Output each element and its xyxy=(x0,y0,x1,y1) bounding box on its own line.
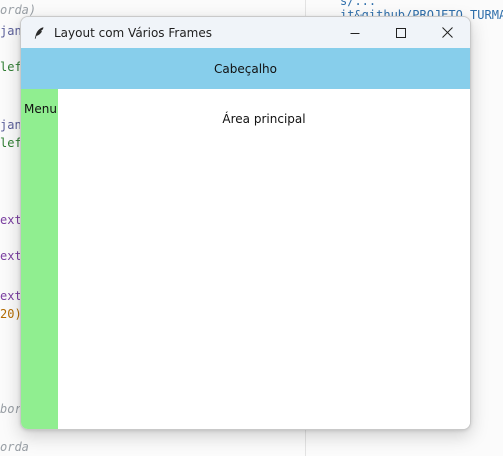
feather-icon xyxy=(31,25,47,41)
window-title: Layout com Vários Frames xyxy=(54,25,212,40)
editor-code-line: 20) xyxy=(0,307,22,321)
editor-code-line: jan xyxy=(0,24,22,38)
menu-label: Menu xyxy=(24,102,57,116)
window-titlebar[interactable]: Layout com Vários Frames xyxy=(21,17,470,48)
editor-code-line: jan xyxy=(0,118,22,132)
editor-code-line: lef xyxy=(0,60,22,74)
close-icon xyxy=(441,23,453,42)
editor-code-line: bor xyxy=(0,402,22,416)
menu-frame: Menu xyxy=(21,89,58,429)
editor-code-line: lef xyxy=(0,136,22,150)
editor-code-line: orda) xyxy=(0,3,37,17)
window-controls xyxy=(332,17,470,48)
minimize-button[interactable] xyxy=(332,17,378,48)
header-label: Cabeçalho xyxy=(214,61,277,76)
tk-window: Layout com Vários Frames Cabeçalho Menu … xyxy=(20,16,471,430)
editor-code-line: orda xyxy=(0,440,29,454)
main-frame: Área principal xyxy=(58,89,470,429)
minimize-icon xyxy=(350,23,360,42)
main-area-label: Área principal xyxy=(222,112,306,126)
maximize-icon xyxy=(396,23,406,42)
maximize-button[interactable] xyxy=(378,17,424,48)
editor-path-text: s/... xyxy=(340,0,377,8)
close-button[interactable] xyxy=(424,17,470,48)
header-frame: Cabeçalho xyxy=(21,48,470,89)
